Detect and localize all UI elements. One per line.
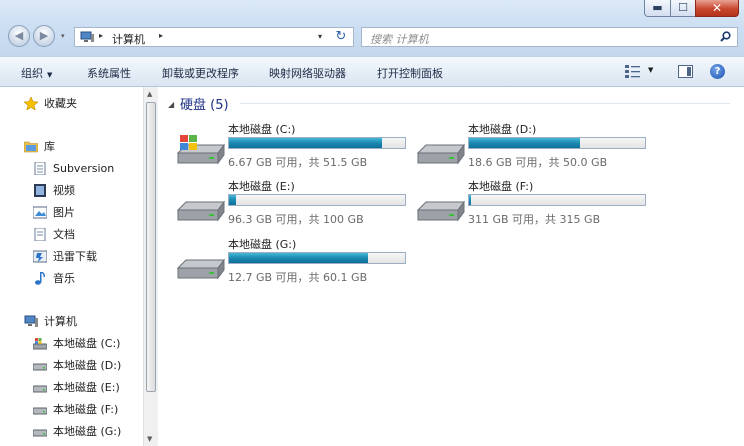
- refresh-button[interactable]: ↻: [330, 28, 352, 46]
- forward-button[interactable]: ▶: [33, 25, 55, 47]
- search-box[interactable]: 搜索 计算机: [361, 27, 738, 47]
- minimize-icon: ▬: [652, 1, 663, 14]
- drive-tile-c[interactable]: 本地磁盘 (C:) 6.67 GB 可用，共 51.5 GB: [176, 121, 406, 171]
- drive-usage-fill: [469, 195, 472, 205]
- library-folder-icon: [24, 141, 38, 153]
- drive-tile-g[interactable]: 本地磁盘 (G:) 12.7 GB 可用，共 60.1 GB: [176, 236, 406, 286]
- scrollbar-thumb[interactable]: [146, 102, 156, 392]
- sidebar-scrollbar[interactable]: ▲ ▼: [143, 87, 158, 446]
- maximize-icon: ☐: [678, 1, 688, 14]
- chevron-down-icon: ▼: [47, 71, 53, 79]
- document-icon: [34, 162, 46, 175]
- group-header-hard-disks[interactable]: 硬盘 (5): [180, 94, 229, 113]
- drive-usage-bar: [468, 194, 646, 206]
- hard-drive-icon: [33, 385, 47, 393]
- hard-drive-icon: [176, 200, 225, 222]
- drive-free-space: 96.3 GB 可用，共 100 GB: [228, 213, 364, 226]
- address-dropdown-icon[interactable]: ▾: [318, 32, 322, 41]
- close-button[interactable]: ✕: [695, 0, 739, 17]
- windows-drive-icon: [176, 135, 225, 165]
- drive-usage-bar: [228, 137, 406, 149]
- help-icon[interactable]: ?: [710, 64, 725, 79]
- search-placeholder: 搜索 计算机: [370, 33, 429, 46]
- hard-drive-icon: [33, 407, 47, 415]
- scroll-down-icon[interactable]: ▼: [147, 435, 152, 443]
- content-pane: ◢ 硬盘 (5) 本地磁盘 (C:) 6.67 GB 可用，共 51.5 GB …: [158, 87, 744, 446]
- drive-usage-fill: [229, 195, 236, 205]
- breadcrumb-computer[interactable]: 计算机: [112, 31, 145, 47]
- download-folder-icon: [33, 250, 47, 263]
- drive-name: 本地磁盘 (E:): [228, 180, 295, 193]
- drive-name: 本地磁盘 (F:): [468, 180, 534, 193]
- navigation-pane: 收藏夹 库 Subversion 视频 图片 文档 迅雷下载 音乐 计算机 本地…: [0, 87, 142, 446]
- organize-button[interactable]: 组织 ▼: [21, 65, 52, 81]
- scroll-up-icon[interactable]: ▲: [147, 90, 152, 98]
- breadcrumb-separator: ▸: [99, 31, 104, 40]
- drive-usage-bar: [228, 194, 406, 206]
- close-icon: ✕: [711, 1, 723, 15]
- breadcrumb-separator[interactable]: ▸: [159, 31, 163, 40]
- drive-free-space: 311 GB 可用，共 315 GB: [468, 213, 601, 226]
- address-bar[interactable]: ▸ 计算机 ▸ ▾: [74, 27, 354, 47]
- star-icon: [24, 97, 38, 110]
- drive-name: 本地磁盘 (C:): [228, 123, 296, 136]
- drive-free-space: 18.6 GB 可用，共 50.0 GB: [468, 156, 608, 169]
- drive-tile-d[interactable]: 本地磁盘 (D:) 18.6 GB 可用，共 50.0 GB: [416, 121, 646, 171]
- picture-icon: [33, 206, 47, 219]
- command-bar: 组织 ▼ 系统属性 卸载或更改程序 映射网络驱动器 打开控制面板 ▼ ?: [0, 56, 744, 87]
- hard-drive-icon: [416, 143, 465, 165]
- search-icon[interactable]: [720, 31, 731, 42]
- minimize-button[interactable]: ▬: [644, 0, 671, 17]
- forward-arrow-icon: ▶: [39, 29, 49, 42]
- recent-pages-dropdown[interactable]: ▾: [61, 32, 65, 40]
- back-button[interactable]: ◀: [8, 25, 30, 47]
- preview-pane-icon[interactable]: [678, 65, 693, 78]
- drive-free-space: 6.67 GB 可用，共 51.5 GB: [228, 156, 368, 169]
- view-options-dropdown[interactable]: ▼: [648, 66, 653, 74]
- drive-usage-fill: [229, 253, 369, 263]
- computer-icon: [24, 315, 38, 327]
- collapse-arrow-icon[interactable]: ◢: [168, 100, 174, 109]
- drive-free-space: 12.7 GB 可用，共 60.1 GB: [228, 271, 368, 284]
- music-icon: [35, 272, 45, 285]
- document-icon: [34, 228, 46, 241]
- hard-drive-icon: [33, 429, 47, 437]
- drive-name: 本地磁盘 (D:): [468, 123, 537, 136]
- group-divider: [240, 103, 730, 104]
- hard-drive-icon: [416, 200, 465, 222]
- drive-tile-f[interactable]: 本地磁盘 (F:) 311 GB 可用，共 315 GB: [416, 178, 646, 228]
- drive-usage-bar: [228, 252, 406, 264]
- map-network-drive-button[interactable]: 映射网络驱动器: [269, 65, 346, 81]
- maximize-button[interactable]: ☐: [670, 0, 696, 17]
- drive-tile-e[interactable]: 本地磁盘 (E:) 96.3 GB 可用，共 100 GB: [176, 178, 406, 228]
- video-icon: [34, 184, 46, 197]
- change-view-icon[interactable]: [625, 65, 641, 78]
- drive-name: 本地磁盘 (G:): [228, 238, 297, 251]
- hard-drive-icon: [33, 363, 47, 371]
- system-properties-button[interactable]: 系统属性: [87, 65, 131, 81]
- computer-icon: [80, 31, 94, 42]
- drive-usage-fill: [469, 138, 580, 148]
- open-control-panel-button[interactable]: 打开控制面板: [377, 65, 443, 81]
- hard-drive-icon: [176, 258, 225, 280]
- refresh-icon: ↻: [335, 29, 347, 44]
- uninstall-program-button[interactable]: 卸载或更改程序: [162, 65, 239, 81]
- drive-usage-bar: [468, 137, 646, 149]
- back-arrow-icon: ◀: [14, 29, 24, 42]
- drive-usage-fill: [229, 138, 383, 148]
- windows-drive-icon: [33, 338, 47, 350]
- organize-label: 组织: [21, 67, 43, 80]
